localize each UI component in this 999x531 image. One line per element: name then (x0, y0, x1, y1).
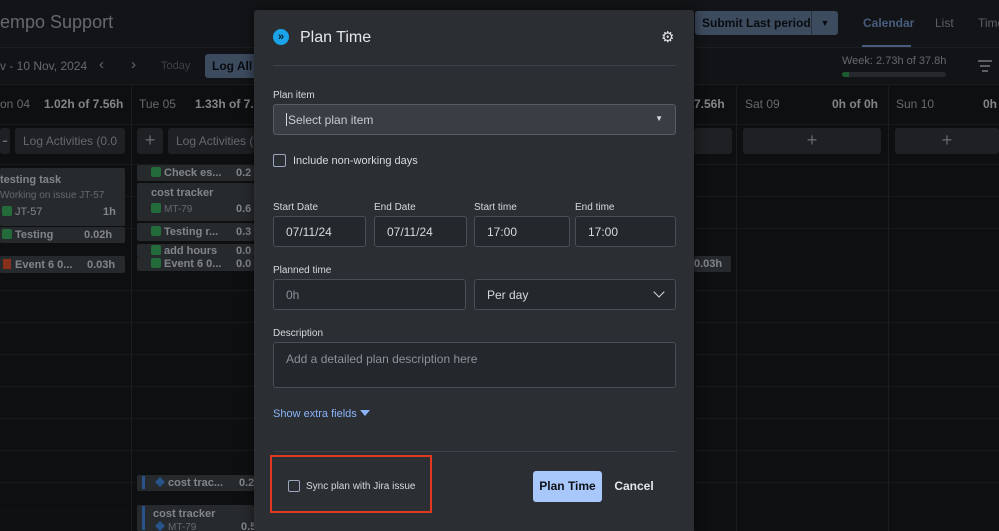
period-value: Per day (487, 287, 529, 302)
extra-fields-text[interactable]: Show extra fields (273, 408, 357, 420)
dialog-title: Plan Time (300, 29, 372, 46)
end-date-input[interactable]: 07/11/24 (374, 216, 467, 247)
start-date-input[interactable]: 07/11/24 (273, 216, 366, 247)
period-select[interactable]: Per day (474, 279, 676, 310)
start-time-input[interactable]: 17:00 (474, 216, 570, 247)
plan-item-placeholder: Select plan item (288, 112, 374, 127)
sync-jira-checkbox[interactable] (288, 480, 300, 492)
chevron-down-icon[interactable] (653, 286, 665, 298)
include-nonworking-label[interactable]: Include non-working days (293, 155, 418, 167)
tempo-logo-icon: » (273, 29, 289, 45)
start-time-label: Start time (474, 202, 517, 213)
gear-icon[interactable]: ⚙ (661, 28, 674, 46)
cancel-button[interactable]: Cancel (608, 471, 660, 502)
plan-item-label: Plan item (273, 90, 315, 101)
footer-divider (273, 451, 676, 452)
planned-time-input[interactable]: 0h (273, 279, 466, 310)
plan-time-button[interactable]: Plan Time (533, 471, 602, 502)
description-textarea[interactable]: Add a detailed plan description here (273, 342, 676, 388)
text-cursor (286, 113, 287, 126)
planned-time-label: Planned time (273, 265, 332, 276)
plan-item-select[interactable]: Select plan item ▼ (273, 104, 676, 135)
include-nonworking-checkbox[interactable] (273, 154, 286, 167)
start-date-label: Start Date (273, 202, 319, 213)
show-extra-fields-link[interactable]: Show extra fields (273, 408, 370, 420)
sync-jira-label[interactable]: Sync plan with Jira issue (306, 481, 416, 492)
header-divider (273, 65, 676, 66)
caret-down-icon[interactable] (359, 410, 370, 416)
end-time-label: End time (575, 202, 615, 213)
plan-time-dialog: » Plan Time ⚙ Plan item Select plan item… (254, 10, 694, 531)
caret-down-icon[interactable]: ▼ (655, 114, 663, 123)
end-time-input[interactable]: 17:00 (575, 216, 676, 247)
description-label: Description (273, 328, 324, 339)
end-date-label: End Date (374, 202, 416, 213)
